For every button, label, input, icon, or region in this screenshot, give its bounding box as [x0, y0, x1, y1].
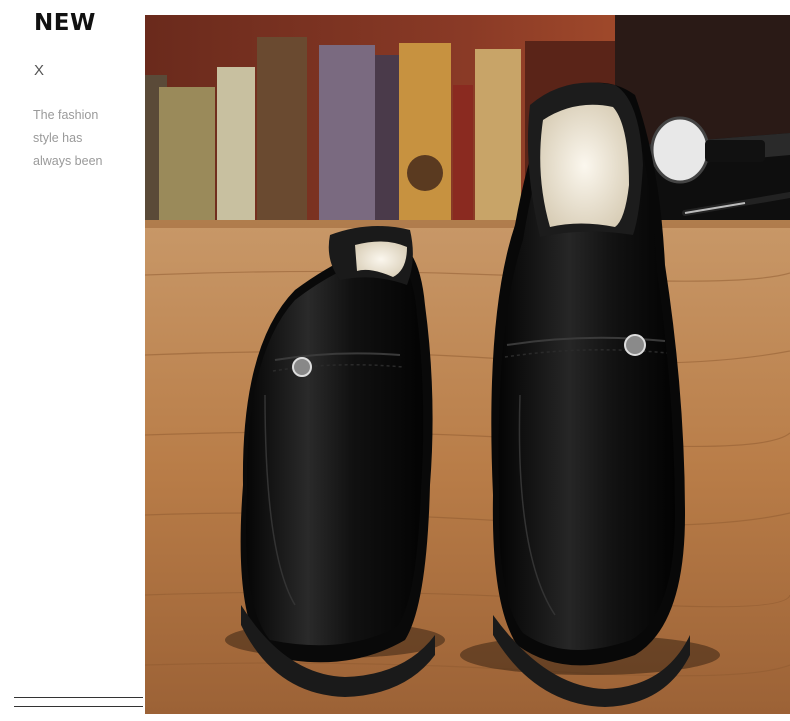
shoe-photo-illustration [145, 15, 790, 714]
left-text-panel: NEW X The fashion style has always been [0, 0, 145, 721]
product-banner: NEW X The fashion style has always been [0, 0, 790, 721]
tagline-line-3: always been [33, 154, 103, 168]
tagline-line-2: style has [33, 131, 83, 145]
new-heading: NEW [34, 10, 96, 36]
x-mark: X [34, 62, 45, 79]
tagline: The fashion style has always been [33, 104, 133, 173]
divider-line [14, 697, 143, 698]
product-photo [145, 15, 790, 714]
divider-line [14, 706, 143, 707]
tagline-line-1: The fashion [33, 108, 99, 122]
